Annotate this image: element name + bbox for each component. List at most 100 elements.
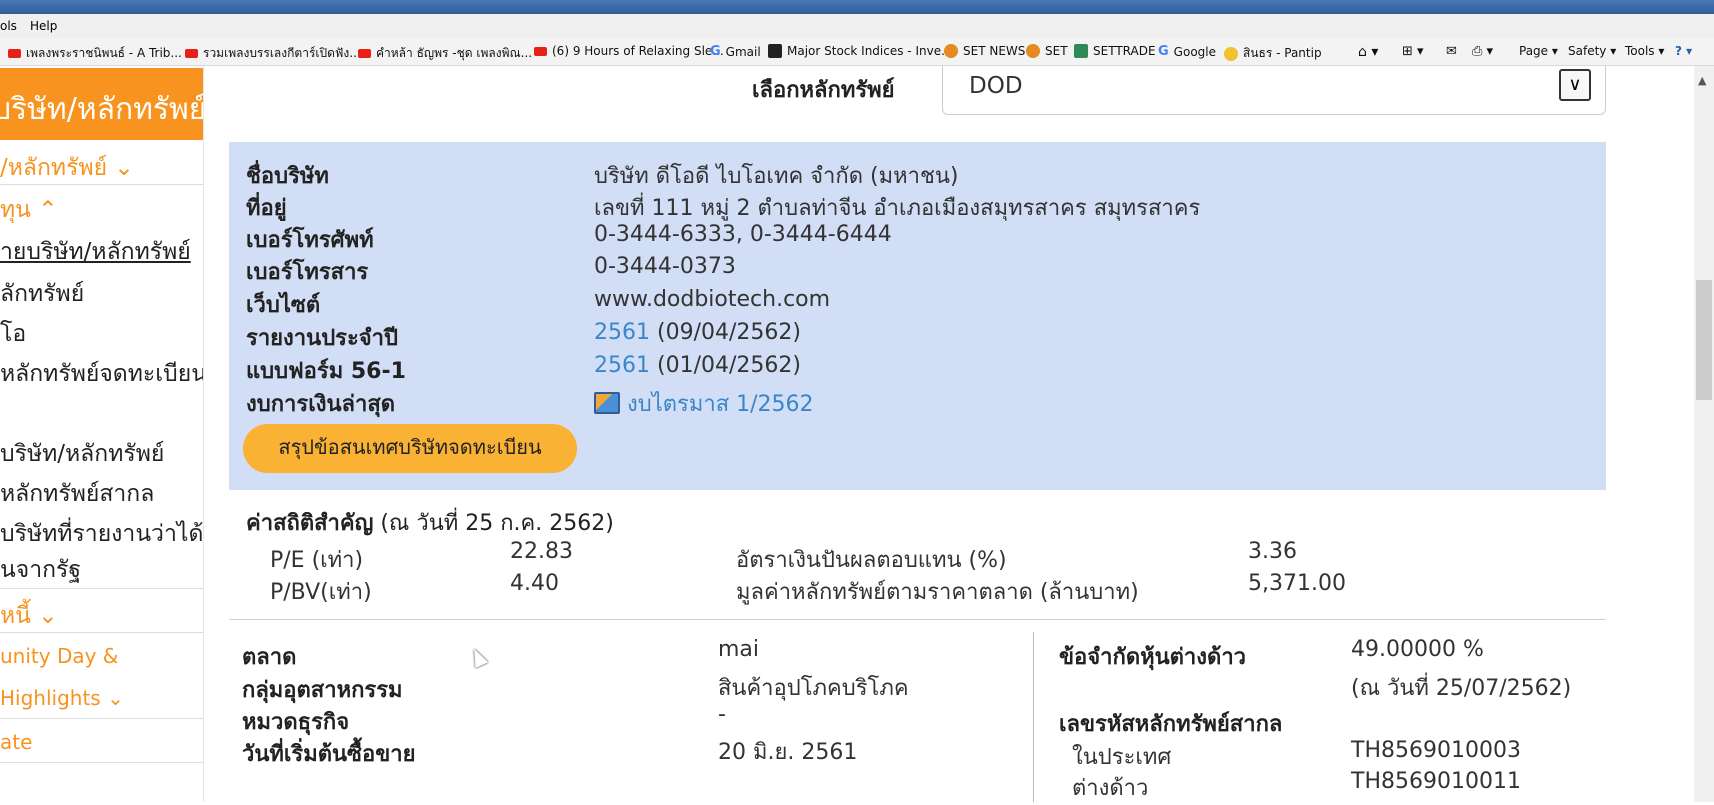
- sidebar-item-ipo[interactable]: โอ: [0, 316, 26, 352]
- vertical-scrollbar[interactable]: ▲: [1694, 66, 1714, 802]
- key-statistics-title: ค่าสถิติสำคัญ (ณ วันที่ 25 ก.ค. 2562): [246, 511, 614, 536]
- security-select-value: DOD: [969, 73, 1023, 99]
- phone: 0-3444-6333, 0-3444-6444: [594, 222, 892, 247]
- sidebar-item-invest[interactable]: ทุน ⌃: [0, 192, 57, 228]
- market-value: mai: [718, 637, 760, 662]
- divider: [0, 588, 203, 589]
- set-icon: [944, 44, 958, 58]
- favorite-link[interactable]: รวมเพลงบรรเลงกีตาร์เปิดฟัง...: [185, 44, 361, 63]
- company-summary-button[interactable]: สรุปข้อสนเทศบริษัทจดทะเบียน: [243, 424, 577, 473]
- favorite-link[interactable]: G Google: [1158, 44, 1216, 59]
- google-icon: G: [1158, 44, 1169, 59]
- sidebar-item-listed[interactable]: หลักทรัพย์จดทะเบียน: [0, 356, 203, 392]
- first-trade-date-value: 20 มิ.ย. 2561: [718, 740, 858, 765]
- scrollbar-thumb[interactable]: [1696, 280, 1712, 400]
- sidebar-item-company-securities[interactable]: บริษัท/หลักทรัพย์: [0, 436, 164, 472]
- home-icon[interactable]: ⌂ ▾: [1358, 44, 1378, 60]
- menu-bar: ols Help: [0, 14, 1714, 38]
- chevron-down-icon[interactable]: ∨: [1559, 69, 1591, 101]
- isin-label: เลขรหัสหลักทรัพย์สากล: [1059, 712, 1283, 737]
- scroll-up-icon[interactable]: ▲: [1698, 74, 1706, 87]
- menu-tools[interactable]: ols: [0, 19, 17, 33]
- sidebar-item-state-benefit-cont: นจากรัฐ: [0, 557, 82, 583]
- chevron-down-icon: ⌄: [38, 603, 58, 629]
- market-cap-label: มูลค่าหลักทรัพย์ตามราคาตลาด (ล้านบาท): [736, 580, 1139, 605]
- set-icon: [1026, 44, 1040, 58]
- isin-local-value: TH8569010003: [1351, 738, 1521, 763]
- report-icon: [594, 392, 620, 414]
- help-icon[interactable]: ? ▾: [1675, 44, 1692, 58]
- pantip-icon: [1224, 46, 1238, 61]
- sidebar-item-update[interactable]: ate: [0, 730, 32, 754]
- favorite-link[interactable]: SETTRADE: [1074, 44, 1156, 58]
- window-title-strip: [0, 0, 1714, 14]
- form-56-1-link[interactable]: 2561: [594, 353, 650, 378]
- safety-menu[interactable]: Safety ▾: [1568, 44, 1616, 58]
- security-select-label: เลือกหลักทรัพย์: [752, 78, 895, 103]
- favorite-link[interactable]: (6) 9 Hours of Relaxing Sle...: [534, 44, 724, 58]
- investing-icon: [768, 44, 782, 58]
- tools-menu[interactable]: Tools ▾: [1625, 44, 1664, 58]
- sector-label: หมวดธุรกิจ: [242, 710, 350, 735]
- mail-icon[interactable]: ✉: [1446, 44, 1457, 59]
- foreign-limit-label: ข้อจำกัดหุ้นต่างด้าว: [1059, 645, 1247, 670]
- industry-value: สินค้าอุปโภคบริโภค: [718, 676, 909, 701]
- address: เลขที่ 111 หมู่ 2 ตำบลท่าจีน อำเภอเมืองส…: [594, 196, 1201, 221]
- favorite-link[interactable]: เพลงพระราชนิพนธ์ - A Trib...: [8, 44, 182, 63]
- financial-statement-link[interactable]: งบไตรมาส 1/2562: [627, 392, 814, 417]
- youtube-icon: [185, 49, 198, 58]
- pbv-label: P/BV(เท่า): [270, 580, 372, 605]
- favorite-link[interactable]: สินธร - Pantip: [1224, 44, 1322, 63]
- isin-foreign-value: TH8569010011: [1351, 769, 1521, 794]
- divider: [1033, 632, 1034, 802]
- sidebar-item-state-benefit[interactable]: บริษัทที่รายงานว่าได้รับ: [0, 516, 203, 552]
- dividend-yield-label: อัตราเงินปันผลตอบแทน (%): [736, 548, 1007, 573]
- divider: [0, 632, 203, 633]
- market-cap-value: 5,371.00: [1248, 571, 1346, 596]
- annual-report-link[interactable]: 2561: [594, 320, 650, 345]
- sidebar-item-securities[interactable]: ลักทรัพย์: [0, 276, 84, 312]
- foreign-limit-value: 49.00000 %: [1351, 637, 1484, 662]
- sidebar-item-highlights[interactable]: Highlights ⌄: [0, 686, 124, 710]
- page-menu[interactable]: Page ▾: [1519, 44, 1558, 58]
- company-info-panel: ชื่อบริษัท บริษัท ดีโอดี ไบโอเทค จำกัด (…: [229, 142, 1606, 490]
- industry-label: กลุ่มอุตสาหกรรม: [242, 678, 403, 703]
- sector-value: -: [718, 702, 726, 727]
- favorite-link[interactable]: Major Stock Indices - Inve...: [768, 44, 953, 58]
- chevron-down-icon: ⌄: [114, 155, 134, 181]
- divider: [229, 619, 1606, 620]
- sidebar-item-company[interactable]: /หลักทรัพย์ ⌄: [0, 150, 134, 186]
- main-content: เลือกหลักทรัพย์ DOD ∨ ชื่อบริษัท บริษัท …: [204, 66, 1714, 802]
- feeds-icon[interactable]: ⊞ ▾: [1402, 44, 1424, 59]
- sidebar-item-opportunity-day[interactable]: unity Day &: [0, 644, 118, 668]
- company-name: บริษัท ดีโอดี ไบโอเทค จำกัด (มหาชน): [594, 164, 959, 189]
- favorites-bar: เพลงพระราชนิพนธ์ - A Trib... รวมเพลงบรรเ…: [0, 38, 1714, 66]
- sidebar-item-list[interactable]: ายบริษัท/หลักทรัพย์: [0, 234, 191, 270]
- favorite-link[interactable]: คำหล้า ธัญพร -ชุด เพลงพิณ...: [358, 44, 532, 63]
- settrade-icon: [1074, 44, 1088, 58]
- print-icon[interactable]: ⎙ ▾: [1472, 44, 1493, 59]
- dividend-yield-value: 3.36: [1248, 539, 1297, 564]
- favorite-link[interactable]: SET: [1026, 44, 1068, 58]
- favorite-link[interactable]: SET NEWS: [944, 44, 1025, 58]
- isin-local-label: ในประเทศ: [1072, 745, 1172, 770]
- security-select[interactable]: DOD ∨: [942, 66, 1606, 115]
- first-trade-date-label: วันที่เริ่มต้นซื้อขาย: [242, 742, 416, 767]
- google-icon: G: [710, 44, 721, 59]
- chevron-down-icon: ⌄: [107, 686, 124, 710]
- favorite-link[interactable]: G Gmail: [710, 44, 761, 59]
- sidebar-item-isin[interactable]: หลักทรัพย์สากล: [0, 476, 154, 512]
- youtube-icon: [534, 46, 547, 56]
- divider: [0, 762, 203, 763]
- foreign-limit-date: (ณ วันที่ 25/07/2562): [1351, 676, 1572, 701]
- sidebar: บริษัท/หลักทรัพย์ /หลักทรัพย์ ⌄ ทุน ⌃ าย…: [0, 66, 204, 802]
- menu-help[interactable]: Help: [30, 19, 57, 33]
- youtube-icon: [358, 49, 371, 58]
- youtube-icon: [8, 49, 21, 58]
- pbv-value: 4.40: [510, 571, 559, 596]
- fax: 0-3444-0373: [594, 254, 736, 279]
- divider: [0, 718, 203, 719]
- sidebar-item-debt[interactable]: หนี้ ⌄: [0, 598, 57, 634]
- sidebar-header[interactable]: บริษัท/หลักทรัพย์: [0, 68, 203, 140]
- website-link[interactable]: www.dodbiotech.com: [594, 287, 830, 312]
